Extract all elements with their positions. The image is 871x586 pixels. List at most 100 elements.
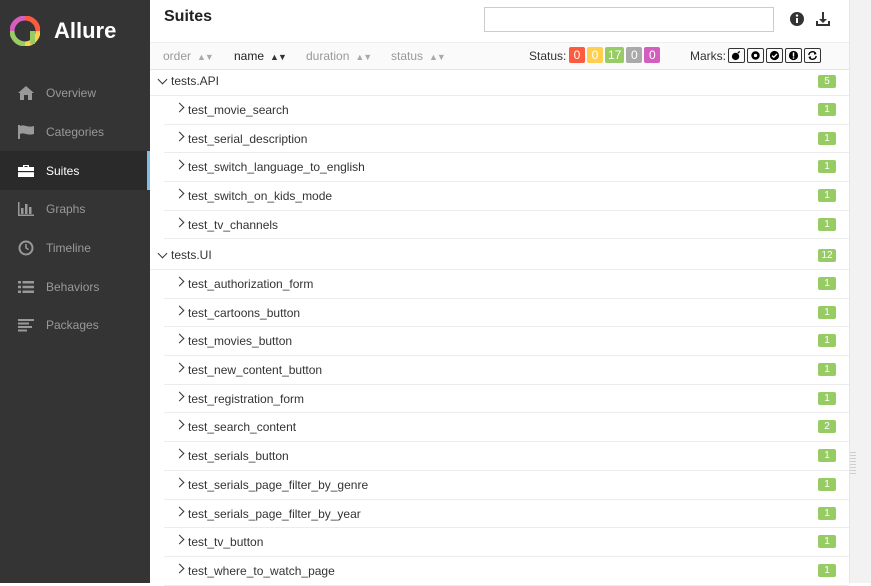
test-name: test_movies_button xyxy=(188,334,293,349)
page-title: Suites xyxy=(164,8,213,25)
table-row[interactable]: test_movies_button 1 xyxy=(164,327,849,357)
status-broken-toggle[interactable]: 0 xyxy=(587,47,603,63)
chevron-right-icon xyxy=(174,276,185,287)
sort-arrows-icon: ▲▼ xyxy=(197,52,214,62)
test-count: 1 xyxy=(818,103,836,116)
status-unknown-toggle[interactable]: 0 xyxy=(644,47,661,63)
table-row[interactable]: test_serial_description 1 xyxy=(164,125,849,154)
sidebar-item-timeline[interactable]: Timeline xyxy=(0,229,150,268)
chevron-right-icon xyxy=(174,534,185,545)
test-name: test_authorization_form xyxy=(188,277,314,291)
download-icon[interactable] xyxy=(815,11,831,27)
sidebar-item-graphs[interactable]: Graphs xyxy=(0,190,150,229)
sidebar-item-categories[interactable]: Categories xyxy=(0,113,150,152)
sidebar-item-label: Suites xyxy=(46,163,80,178)
sort-by-duration[interactable]: duration ▲▼ xyxy=(306,49,372,63)
sidebar-item-label: Packages xyxy=(46,318,99,333)
test-count: 1 xyxy=(818,160,836,174)
search-input[interactable] xyxy=(484,7,774,32)
home-icon xyxy=(17,85,35,101)
scrollbar[interactable] xyxy=(849,0,871,583)
suite-group-header[interactable]: tests.API 5 xyxy=(150,68,849,96)
allure-logo-icon xyxy=(10,16,40,46)
suite-group-name: tests.UI xyxy=(171,248,212,262)
test-count: 1 xyxy=(818,563,836,577)
check-icon[interactable] xyxy=(766,48,783,63)
refresh-icon[interactable] xyxy=(804,48,821,63)
suite-group-count: 12 xyxy=(818,249,836,262)
bomb-icon[interactable] xyxy=(728,48,745,63)
table-row[interactable]: test_serials_button 1 xyxy=(164,442,849,471)
sort-by-status[interactable]: status ▲▼ xyxy=(391,49,446,63)
table-row[interactable]: test_serials_page_filter_by_genre 1 xyxy=(164,471,849,500)
sort-label: duration xyxy=(306,49,350,63)
chevron-right-icon xyxy=(174,391,185,402)
status-passed-toggle[interactable]: 17 xyxy=(605,47,625,63)
sidebar-item-overview[interactable]: Overview xyxy=(0,74,150,113)
sort-by-name[interactable]: name ▲▼ xyxy=(234,49,287,63)
test-count: 1 xyxy=(818,391,836,405)
sort-arrows-icon: ▲▼ xyxy=(429,52,446,62)
sidebar: Allure Overview Categories Suites Graphs… xyxy=(0,0,150,583)
info-icon[interactable] xyxy=(789,11,805,27)
test-name: test_cartoons_button xyxy=(188,305,301,320)
chevron-right-icon xyxy=(174,333,185,344)
test-count: 1 xyxy=(818,131,836,145)
sort-label: order xyxy=(163,49,192,63)
status-filter-label: Status: xyxy=(529,49,567,63)
sidebar-item-label: Timeline xyxy=(46,241,91,256)
test-count: 1 xyxy=(818,334,836,348)
table-row[interactable]: test_where_to_watch_page 1 xyxy=(164,557,849,586)
suite-group-name: tests.API xyxy=(171,74,220,88)
status-skipped-toggle[interactable]: 0 xyxy=(626,47,643,63)
test-name: test_serials_button xyxy=(188,449,289,464)
table-row[interactable]: test_search_content 2 xyxy=(164,413,849,443)
table-row[interactable]: test_new_content_button 1 xyxy=(164,356,849,385)
test-count: 1 xyxy=(818,535,836,549)
table-row[interactable]: test_switch_language_to_english 1 xyxy=(164,153,849,183)
table-row[interactable]: test_registration_form 1 xyxy=(164,385,849,414)
status-failed-toggle[interactable]: 0 xyxy=(569,47,585,63)
status-filter: 0 0 17 0 0 xyxy=(569,47,661,63)
chevron-right-icon xyxy=(174,217,185,228)
chevron-right-icon xyxy=(174,563,185,574)
sort-by-order[interactable]: order ▲▼ xyxy=(163,49,214,63)
sidebar-nav: Overview Categories Suites Graphs Timeli… xyxy=(0,74,150,345)
table-row[interactable]: test_tv_button 1 xyxy=(164,528,849,557)
chevron-right-icon xyxy=(174,188,185,199)
sidebar-item-packages[interactable]: Packages xyxy=(0,306,150,345)
test-name: test_switch_language_to_english xyxy=(188,160,365,175)
sort-arrows-icon: ▲▼ xyxy=(355,52,372,62)
suite-group-count: 5 xyxy=(818,75,836,88)
sort-label: name xyxy=(234,49,265,63)
resize-grip[interactable] xyxy=(850,452,856,474)
test-name: test_where_to_watch_page xyxy=(188,563,335,578)
table-row[interactable]: test_serials_page_filter_by_year 1 xyxy=(164,500,849,529)
briefcase-icon xyxy=(17,163,35,179)
gear-icon[interactable] xyxy=(747,48,764,63)
brand[interactable]: Allure xyxy=(10,14,116,48)
table-row[interactable]: test_cartoons_button 1 xyxy=(164,299,849,328)
align-left-icon xyxy=(17,317,35,333)
table-row[interactable]: test_switch_on_kids_mode 1 xyxy=(164,182,849,211)
table-row[interactable]: test_authorization_form 1 xyxy=(164,270,849,299)
test-count: 1 xyxy=(818,277,836,290)
table-row[interactable]: test_movie_search 1 xyxy=(164,96,849,125)
test-name: test_switch_on_kids_mode xyxy=(188,189,333,204)
test-count: 1 xyxy=(818,305,836,319)
chevron-right-icon xyxy=(174,102,185,113)
sidebar-item-label: Behaviors xyxy=(46,279,100,294)
flag-icon xyxy=(17,124,35,140)
table-row[interactable]: test_tv_channels 1 xyxy=(164,211,849,240)
sidebar-item-behaviors[interactable]: Behaviors xyxy=(0,267,150,306)
chevron-down-icon xyxy=(157,248,168,259)
sidebar-item-suites[interactable]: Suites xyxy=(0,151,150,191)
test-count: 1 xyxy=(818,449,836,463)
chevron-right-icon xyxy=(174,419,185,430)
test-count: 1 xyxy=(818,363,836,377)
test-name: test_tv_channels xyxy=(188,217,279,232)
test-count: 2 xyxy=(818,420,836,434)
marks-filter-label: Marks: xyxy=(690,49,726,63)
suite-group-header[interactable]: tests.UI 12 xyxy=(150,242,849,270)
info-icon[interactable] xyxy=(785,48,802,63)
